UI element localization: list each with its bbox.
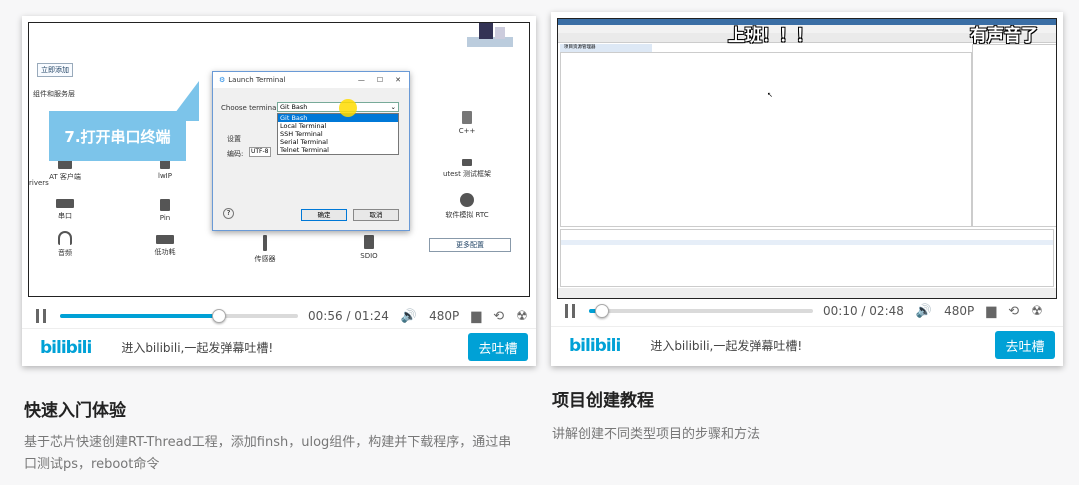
subtitle-left: 上班！！！ <box>728 26 813 46</box>
video-screen[interactable]: 立即添加 组件和服务层 rivers C++ AT 客户端 lwIP utest… <box>28 22 530 297</box>
close-icon[interactable]: ✕ <box>395 76 401 84</box>
loop-icon[interactable]: ⟲ <box>493 309 504 324</box>
clock-icon <box>460 193 474 207</box>
cpp-icon <box>462 111 472 124</box>
option-telnet-terminal[interactable]: Telnet Terminal <box>278 146 398 154</box>
minimize-icon[interactable]: — <box>358 76 365 84</box>
current-time: 00:56 <box>308 309 343 323</box>
component-audio[interactable]: 音频 <box>33 231 97 258</box>
settings-label: 设置 <box>227 135 241 143</box>
ide-console-panel <box>560 229 1054 287</box>
option-local-terminal[interactable]: Local Terminal <box>278 122 398 130</box>
comment-button[interactable]: 去吐槽 <box>468 333 528 361</box>
mouse-pointer-icon: ↖ <box>767 91 773 99</box>
component-sensor[interactable]: 传感器 <box>233 235 297 264</box>
option-git-bash[interactable]: Git Bash <box>278 114 398 122</box>
dialog-titlebar: ⚙ Launch Terminal — ☐ ✕ <box>213 72 409 88</box>
console-header <box>561 240 1053 245</box>
loop-icon[interactable]: ⟲ <box>1008 304 1019 319</box>
bilibili-bar: bilibili 进入bilibili,一起发弹幕吐槽! 去吐槽 <box>22 328 536 366</box>
bar-text: 进入bilibili,一起发弹幕吐槽! <box>650 339 803 353</box>
component-low-power[interactable]: 低功耗 <box>133 235 197 257</box>
duration: 01:24 <box>354 309 389 323</box>
encoding-field[interactable]: UTF-8 <box>249 147 271 157</box>
pin-icon <box>160 199 170 211</box>
progress-bar[interactable] <box>589 304 813 318</box>
encoding-label: 编码: <box>227 150 244 158</box>
person-illustration-icon <box>467 23 513 47</box>
project-explorer-tab[interactable]: 项目资源管理器 <box>560 44 652 52</box>
progress-fill <box>60 314 219 318</box>
serial-port-icon <box>56 199 74 208</box>
fullscreen-icon[interactable]: ☢ <box>1031 304 1043 319</box>
launch-terminal-dialog: ⚙ Launch Terminal — ☐ ✕ Choose terminal: G… <box>212 71 410 231</box>
choose-terminal-label: Choose terminal: <box>221 104 281 112</box>
current-time: 00:10 <box>823 304 858 318</box>
option-ssh-terminal[interactable]: SSH Terminal <box>278 130 398 138</box>
danmaku-icon[interactable]: ▆ <box>471 309 481 324</box>
component-cpp[interactable]: C++ <box>435 111 499 135</box>
progress-bar[interactable] <box>60 309 298 323</box>
ide-editor-area: ↖ <box>560 52 972 227</box>
sd-card-icon <box>364 235 374 249</box>
battery-icon <box>156 235 174 244</box>
resolution[interactable]: 480P <box>429 309 459 323</box>
ide-statusbar <box>558 288 1056 298</box>
component-pin[interactable]: Pin <box>133 199 197 222</box>
terminal-select[interactable]: Git Bash ⌄ <box>277 102 399 112</box>
component-at-client[interactable]: AT 客户端 <box>33 159 97 182</box>
card-description-quickstart: 基于芯片快速创建RT-Thread工程，添加finsh，ulog组件，构建并下载… <box>24 435 512 472</box>
add-now-button[interactable]: 立即添加 <box>37 63 73 77</box>
ok-button[interactable]: 确定 <box>301 209 347 221</box>
danmaku-icon[interactable]: ▆ <box>986 304 996 319</box>
pause-icon[interactable] <box>565 304 575 318</box>
headphones-icon <box>58 231 72 245</box>
bar-text: 进入bilibili,一起发弹幕吐槽! <box>121 341 274 355</box>
progress-knob[interactable] <box>595 304 610 318</box>
volume-icon[interactable]: 🔊 <box>401 309 417 324</box>
terminal-icon: ⚙ <box>219 76 226 84</box>
bilibili-logo[interactable]: bilibili <box>569 336 621 356</box>
cancel-button[interactable]: 取消 <box>353 209 399 221</box>
component-serial[interactable]: 串口 <box>33 199 97 221</box>
card-description-project: 讲解创建不同类型项目的步骤和方法 <box>552 427 761 442</box>
maximize-icon[interactable]: ☐ <box>377 76 383 84</box>
subtitle-right: 有声音了 <box>970 26 1038 46</box>
terminal-options-list: Git Bash Local Terminal SSH Terminal Ser… <box>277 113 399 155</box>
card-title-project: 项目创建教程 <box>552 391 654 411</box>
duration: 02:48 <box>869 304 904 318</box>
time-display: 00:56 / 01:24 <box>308 309 389 323</box>
pause-icon[interactable] <box>36 309 46 323</box>
player-controls: 00:56 / 01:24 🔊 480P ▆ ⟲ ☢ <box>22 304 536 328</box>
video-card-project-creation: workspace - RT-Thread Studio 项目资源管理器 ↖ 上… <box>551 12 1063 366</box>
more-config-button[interactable]: 更多配置 <box>429 238 511 252</box>
component-lwip[interactable]: lwIP <box>133 159 197 180</box>
card-title-quickstart: 快速入门体验 <box>24 401 126 421</box>
component-rtc[interactable]: 软件模拟 RTC <box>435 193 499 220</box>
option-serial-terminal[interactable]: Serial Terminal <box>278 138 398 146</box>
help-icon[interactable]: ? <box>223 208 234 219</box>
mouse-highlight-icon <box>339 99 357 117</box>
resolution[interactable]: 480P <box>944 304 974 318</box>
volume-icon[interactable]: 🔊 <box>916 304 932 319</box>
sensor-icon <box>263 235 267 251</box>
component-utest[interactable]: utest 测试框架 <box>435 159 499 179</box>
video-screen[interactable]: workspace - RT-Thread Studio 项目资源管理器 ↖ 上… <box>557 18 1057 299</box>
fullscreen-icon[interactable]: ☢ <box>516 309 528 324</box>
dialog-title: Launch Terminal <box>228 76 286 84</box>
bilibili-bar: bilibili 进入bilibili,一起发弹幕吐槽! 去吐槽 <box>551 326 1063 364</box>
bilibili-logo[interactable]: bilibili <box>40 338 92 358</box>
time-display: 00:10 / 02:48 <box>823 304 904 318</box>
component-sdio[interactable]: SDIO <box>337 235 401 260</box>
video-card-quickstart: 立即添加 组件和服务层 rivers C++ AT 客户端 lwIP utest… <box>22 16 536 366</box>
utest-icon <box>462 159 472 166</box>
ide-outline-panel <box>972 44 1056 227</box>
progress-knob[interactable] <box>211 309 226 323</box>
chevron-down-icon: ⌄ <box>390 103 396 111</box>
section-label: 组件和服务层 <box>33 90 75 98</box>
player-controls: 00:10 / 02:48 🔊 480P ▆ ⟲ ☢ <box>551 299 1063 323</box>
step-callout: 7.打开串口终端 <box>49 111 186 161</box>
comment-button[interactable]: 去吐槽 <box>995 331 1055 359</box>
